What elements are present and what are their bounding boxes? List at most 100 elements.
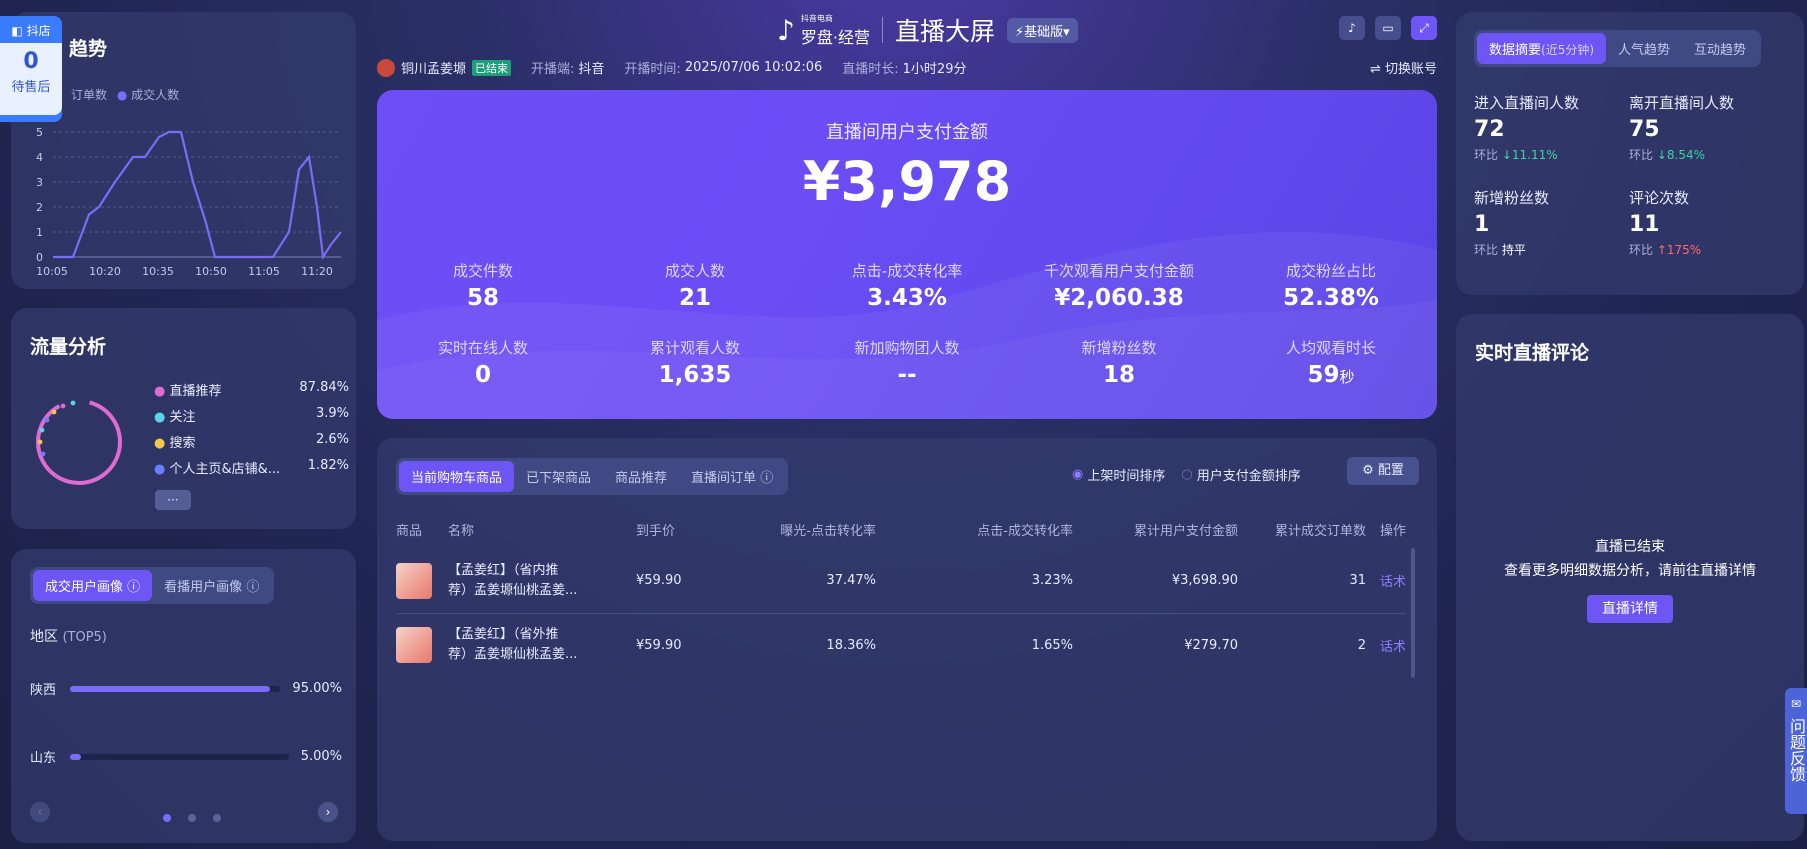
start-label: 开播时间:: [624, 62, 681, 77]
live-ended-text: 直播已结束: [1595, 539, 1665, 555]
sort-by-time[interactable]: 上架时间排序: [1087, 465, 1165, 484]
product-amount: ¥3,698.90: [1171, 573, 1238, 589]
caret-down-icon: ▾: [1063, 24, 1070, 40]
traffic-item-label: 直播推荐: [169, 384, 222, 399]
script-link[interactable]: 话术: [1366, 549, 1406, 613]
table-scrollbar[interactable]: [1411, 548, 1415, 678]
switch-account-button[interactable]: ⇌ 切换账号: [1370, 58, 1437, 77]
trend-legend: 订单数 ● 成交人数: [71, 86, 179, 103]
y-tick-label: 5: [36, 126, 43, 139]
tab-viewer-portrait[interactable]: 看播用户画像 ⓘ: [152, 570, 271, 601]
trend-card: 趋势 订单数 ● 成交人数 0 1 2 3 4 5 10:05 10:20 10:35 10:50…: [11, 12, 356, 289]
summary-item: 新增粉丝数 1 环比 持平: [1474, 189, 1550, 257]
col-product: 商品: [396, 524, 423, 539]
radio-icon[interactable]: ○: [1181, 467, 1192, 482]
region-row: 山东 5.00%: [30, 747, 342, 766]
sort-options: ◉ 上架时间排序 ○ 用户支付金额排序: [1072, 465, 1301, 484]
feedback-tab[interactable]: ✉ 问题反馈: [1785, 688, 1807, 814]
live-info: 铜川孟姜塬 已结束 开播端: 抖音 开播时间: 2025/07/06 10:02…: [377, 58, 966, 77]
summary-card: 数据摘要(近5分钟) 人气趋势 互动趋势 进入直播间人数 72 环比 ↓11.1…: [1456, 12, 1804, 295]
legend-buyers: 成交人数: [131, 88, 180, 102]
product-price: ¥59.90: [636, 637, 682, 653]
duration-value: 1小时29分: [902, 62, 967, 77]
x-tick-label: 10:20: [89, 265, 121, 278]
live-detail-button[interactable]: 直播详情: [1587, 595, 1673, 623]
y-tick-label: 4: [36, 151, 43, 164]
region-value: 95.00%: [292, 681, 342, 696]
trend-series-line: [53, 130, 342, 261]
bell-icon[interactable]: ♪: [1339, 16, 1365, 40]
tab-current-cart[interactable]: 当前购物车商品: [399, 461, 515, 492]
shop-avatar: [377, 58, 395, 77]
pager-dot[interactable]: [188, 814, 197, 822]
sort-by-amount[interactable]: 用户支付金额排序: [1197, 465, 1301, 484]
tab-offshelf[interactable]: 已下架商品: [514, 461, 603, 492]
stat-item: 新加购物团人数 --: [854, 339, 960, 388]
y-tick-label: 1: [36, 226, 43, 239]
y-tick-label: 0: [36, 251, 43, 264]
tab-interaction-trend[interactable]: 互动趋势: [1682, 33, 1758, 64]
brand-divider: [881, 17, 883, 43]
dot-icon: ●: [154, 462, 166, 477]
region-bar: [70, 753, 289, 760]
stat-item: 千次观看用户支付金额 ¥2,060.38: [1043, 262, 1194, 311]
brand: ♪ 抖音电商 罗盘·经营 直播大屏 ⚡基础版▾: [777, 12, 1078, 48]
traffic-item: ● 搜索 2.6%: [154, 432, 349, 458]
tab-buyer-portrait[interactable]: 成交用户画像 ⓘ: [33, 570, 153, 601]
summary-item: 离开直播间人数 75 环比 ↓8.54%: [1629, 94, 1735, 162]
traffic-title: 流量分析: [30, 336, 107, 358]
more-button[interactable]: ···: [155, 490, 191, 510]
version-badge[interactable]: ⚡基础版▾: [1006, 17, 1078, 43]
summary-item: 评论次数 11 环比 ↑175%: [1629, 189, 1702, 257]
stat-item: 新增粉丝数 18: [1081, 339, 1157, 388]
products-table: 商品 名称 到手价 曝光-点击转化率 点击-成交转化率 累计用户支付金额 累计成…: [396, 520, 1406, 677]
stat-item: 成交粉丝占比 52.38%: [1283, 262, 1379, 311]
table-row: 【孟姜红】（省内推 荐）孟姜塬仙桃孟姜... ¥59.90 37.47% 3.2…: [396, 549, 1406, 613]
config-button[interactable]: ⚙ 配置: [1347, 457, 1419, 485]
feedback-label: 问题反馈: [1787, 718, 1806, 782]
monitor-icon[interactable]: ▭: [1375, 16, 1401, 40]
radio-checked-icon[interactable]: ◉: [1072, 467, 1083, 482]
product-name-line1: 【孟姜红】（省外推: [448, 627, 559, 643]
shop-badge[interactable]: ◧ 抖店 0 待售后: [0, 16, 62, 122]
product-exp-click: 18.36%: [826, 637, 876, 653]
col-name: 名称: [448, 524, 475, 539]
script-link[interactable]: 话术: [1366, 613, 1406, 677]
tab-recommend[interactable]: 商品推荐: [603, 461, 679, 492]
product-name-line2: 荐）孟姜塬仙桃孟姜...: [448, 582, 578, 598]
pager-dots: [163, 807, 222, 826]
header: ♪ 抖音电商 罗盘·经营 直播大屏 ⚡基础版▾ ♪ ▭ ⤢ 铜川孟姜塬 已结束 …: [377, 8, 1437, 84]
prev-arrow-icon[interactable]: ‹: [30, 802, 50, 822]
x-tick-label: 10:35: [142, 265, 174, 278]
header-actions: ♪ ▭ ⤢: [1339, 16, 1437, 40]
start-value: 2025/07/06 10:02:06: [684, 60, 823, 75]
y-tick-label: 3: [36, 176, 43, 189]
pager-dot[interactable]: [213, 814, 222, 822]
traffic-item-value: 87.84%: [299, 380, 349, 395]
stat-item: 点击-成交转化率 3.43%: [851, 262, 963, 311]
live-ended-hint: 查看更多明细数据分析，请前往直播详情: [1504, 563, 1756, 579]
table-row: 【孟姜红】（省外推 荐）孟姜塬仙桃孟姜... ¥59.90 18.36% 1.6…: [396, 613, 1406, 677]
region-row: 陕西 95.00%: [30, 679, 342, 698]
pay-amount-label: 直播间用户支付金额: [826, 122, 988, 143]
table-header-row: 商品 名称 到手价 曝光-点击转化率 点击-成交转化率 累计用户支付金额 累计成…: [396, 520, 1406, 549]
info-icon: ⓘ: [760, 471, 774, 486]
brand-name: 罗盘·经营: [800, 27, 870, 47]
legend-dot: ●: [116, 88, 128, 102]
page-title: 直播大屏: [894, 17, 995, 46]
tab-live-orders[interactable]: 直播间订单 ⓘ: [679, 461, 785, 492]
tab-popularity-trend[interactable]: 人气趋势: [1606, 33, 1682, 64]
region-bar: [70, 685, 281, 692]
product-click-deal: 3.23%: [1031, 573, 1073, 589]
pay-amount-card: 直播间用户支付金额 ¥3,978 成交件数 58 成交人数 21 点击-成交转化率 3…: [377, 90, 1437, 419]
brand-small: 抖音电商: [800, 13, 833, 23]
traffic-item-label: 个人主页&店铺&...: [169, 462, 281, 477]
pager-dot-active[interactable]: [163, 814, 171, 822]
tab-data-summary[interactable]: 数据摘要(近5分钟): [1477, 33, 1607, 64]
col-price: 到手价: [636, 524, 676, 539]
stat-item: 实时在线人数 0: [437, 339, 528, 388]
products-card: 当前购物车商品 已下架商品 商品推荐 直播间订单 ⓘ ◉ 上架时间排序 ○ 用户…: [377, 438, 1437, 841]
fullscreen-icon[interactable]: ⤢: [1411, 16, 1437, 40]
product-amount: ¥279.70: [1184, 637, 1238, 653]
next-arrow-icon[interactable]: ›: [318, 802, 338, 822]
